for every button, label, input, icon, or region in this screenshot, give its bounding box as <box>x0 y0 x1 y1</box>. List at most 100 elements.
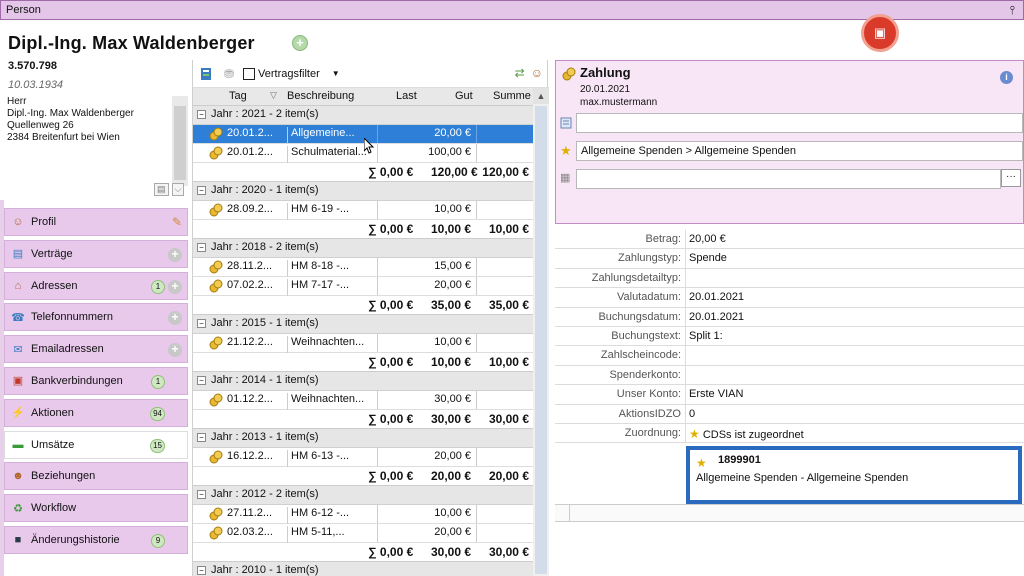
screen-record-button[interactable]: ▣ <box>861 14 899 52</box>
mouse-cursor-icon <box>364 138 374 154</box>
add-icon[interactable]: + <box>168 343 182 358</box>
property-label: Unser Konto: <box>616 388 681 401</box>
table-row[interactable]: 21.12.2... Weihnachten... 10,00 € <box>193 334 533 353</box>
star-icon: ★ <box>696 456 707 470</box>
assignment-card[interactable]: ★ 1899901 Allgemeine Spenden - Allgemein… <box>686 446 1022 504</box>
sum-gut: 10,00 € <box>431 355 472 369</box>
sidebar-item-adressen[interactable]: ⌂ Adressen 1 + <box>4 271 188 300</box>
monitor-icon: ▣ <box>873 25 887 40</box>
table-row[interactable]: 02.03.2... HM 5-11,... 20,00 € <box>193 524 533 543</box>
sidebar-item-telefonnummern[interactable]: ☎ Telefonnummern + <box>4 303 188 332</box>
sidebar-item-aktionen[interactable]: ⚡ Aktionen 94 <box>4 398 188 427</box>
row-credit: 20,00 € <box>434 526 471 538</box>
collapse-icon[interactable]: − <box>197 433 206 442</box>
sidebar-item-profil[interactable]: ☺ Profil ✎ <box>4 208 188 236</box>
row-credit: 15,00 € <box>434 260 471 272</box>
scroll-up-icon[interactable]: ▲ <box>533 88 549 104</box>
count-badge: 94 <box>150 406 165 421</box>
column-tag[interactable]: Tag <box>229 90 247 102</box>
row-date: 16.12.2... <box>227 450 273 462</box>
group-sum-row: ∑ 0,00 € 30,00 € 30,00 € <box>193 410 533 429</box>
row-description: Weihnachten... <box>287 393 375 410</box>
collapse-icon[interactable]: − <box>197 319 206 328</box>
export-icon[interactable] <box>199 66 215 82</box>
sidebar-item-label: Adressen <box>31 279 78 292</box>
table-row[interactable]: 27.11.2... HM 6-12 -... 10,00 € <box>193 505 533 524</box>
money-bag-icon[interactable]: ⛃ <box>221 66 237 82</box>
group-header[interactable]: − Jahr : 2010 - 1 item(s) <box>193 562 533 576</box>
collapse-icon[interactable]: − <box>197 490 206 499</box>
collapse-icon[interactable]: − <box>197 110 206 119</box>
table-row[interactable]: 28.09.2... HM 6-19 -... 10,00 € <box>193 201 533 220</box>
group-header[interactable]: − Jahr : 2013 - 1 item(s) <box>193 429 533 448</box>
address-controls[interactable]: ▤ ⌵ <box>154 183 187 196</box>
sum-last: ∑ 0,00 € <box>368 469 414 483</box>
group-header[interactable]: − Jahr : 2020 - 1 item(s) <box>193 182 533 201</box>
row-description: HM 5-11,... <box>287 526 375 543</box>
group-header[interactable]: − Jahr : 2015 - 1 item(s) <box>193 315 533 334</box>
payment-properties: Betrag: 20,00 € Zahlungstyp: Spende Zahlungs… <box>555 230 1024 576</box>
coins-icon <box>209 146 223 160</box>
column-desc[interactable]: Beschreibung <box>287 90 354 102</box>
collapse-icon[interactable]: − <box>197 186 206 195</box>
table-row[interactable]: 07.02.2... HM 7-17 -... 20,00 € <box>193 277 533 296</box>
sidebar-item-umsätze[interactable]: ▬ Umsätze 15 <box>4 430 188 459</box>
property-row: Zahlscheincode: <box>555 346 1024 366</box>
sum-last: ∑ 0,00 € <box>368 355 414 369</box>
add-icon[interactable]: + <box>168 311 182 326</box>
table-row[interactable]: 01.12.2... Weihnachten... 30,00 € <box>193 391 533 410</box>
sum-last: ∑ 0,00 € <box>368 545 414 559</box>
collapse-icon[interactable]: − <box>197 243 206 252</box>
note-field[interactable] <box>576 113 1023 133</box>
collapse-icon[interactable]: − <box>197 376 206 385</box>
property-label: Zahlungsdetailtyp: <box>591 271 681 284</box>
pin-icon[interactable]: ⫯ <box>1010 3 1015 18</box>
add-icon[interactable]: + <box>168 279 182 294</box>
column-last[interactable]: Last <box>396 90 417 102</box>
add-icon[interactable]: + <box>168 247 182 262</box>
group-header[interactable]: − Jahr : 2021 - 2 item(s) <box>193 106 533 125</box>
pencil-icon[interactable]: ✎ <box>172 215 182 229</box>
payment-date: 20.01.2021 <box>580 84 631 95</box>
sidebar-item-beziehungen[interactable]: ☻ Beziehungen <box>4 462 188 491</box>
property-value: Spende <box>689 252 727 265</box>
property-row: Zahlungsdetailtyp: <box>555 268 1024 289</box>
group-label: Jahr : 2010 - 1 item(s) <box>211 564 319 576</box>
group-header[interactable]: − Jahr : 2012 - 2 item(s) <box>193 486 533 505</box>
sidebar-item-emailadressen[interactable]: ✉ Emailadressen + <box>4 335 188 364</box>
contract-filter[interactable]: Vertragsfilter ▼ <box>243 67 340 80</box>
column-gut[interactable]: Gut <box>455 90 473 102</box>
sidebar-item-verträge[interactable]: ▤ Verträge + <box>4 239 188 268</box>
sidebar-item-label: Bankverbindungen <box>31 374 123 387</box>
grid-scrollbar[interactable]: ▲ <box>533 88 549 576</box>
filter-icon[interactable]: ▽ <box>270 90 277 101</box>
column-summe[interactable]: Summe <box>493 90 531 102</box>
property-row: Buchungstext: Split 1: <box>555 326 1024 347</box>
table-row[interactable]: 20.01.2... Schulmaterial... 100,00 € <box>193 144 533 163</box>
reference-field[interactable] <box>576 169 1001 189</box>
add-icon[interactable]: + <box>292 35 308 51</box>
group-header[interactable]: − Jahr : 2018 - 2 item(s) <box>193 239 533 258</box>
row-description: Weihnachten... <box>287 336 375 353</box>
address-card-icon[interactable]: ▤ <box>154 183 169 196</box>
address-scrollbar[interactable] <box>172 96 188 186</box>
info-icon[interactable]: i <box>1000 71 1013 84</box>
group-header[interactable]: − Jahr : 2014 - 1 item(s) <box>193 372 533 391</box>
user-icon[interactable]: ☺ <box>531 66 543 80</box>
chevron-down-icon[interactable]: ⌵ <box>171 183 185 196</box>
table-row[interactable]: 20.01.2... Allgemeine... 20,00 € <box>193 125 533 144</box>
collapse-icon[interactable]: − <box>197 566 206 575</box>
sidebar-item-bankverbindungen[interactable]: ▣ Bankverbindungen 1 <box>4 366 188 395</box>
history-icon: ■ <box>14 533 22 546</box>
table-row[interactable]: 16.12.2... HM 6-13 -... 20,00 € <box>193 448 533 467</box>
sidebar-item-label: Workflow <box>31 502 77 515</box>
transfer-icon[interactable]: ⇄ <box>515 66 525 80</box>
sidebar-item-änderungshistorie[interactable]: ■ Änderungshistorie 9 <box>4 525 188 554</box>
category-field[interactable]: Allgemeine Spenden > Allgemeine Spenden <box>576 141 1023 161</box>
sidebar-item-workflow[interactable]: ♻ Workflow <box>4 494 188 523</box>
property-value: Split 1: <box>689 329 723 342</box>
more-button[interactable]: ··· <box>1001 169 1021 187</box>
dropdown-arrow-icon[interactable]: ▼ <box>332 69 340 78</box>
table-row[interactable]: 28.11.2... HM 8-18 -... 15,00 € <box>193 258 533 277</box>
contract-filter-checkbox[interactable] <box>243 67 255 80</box>
